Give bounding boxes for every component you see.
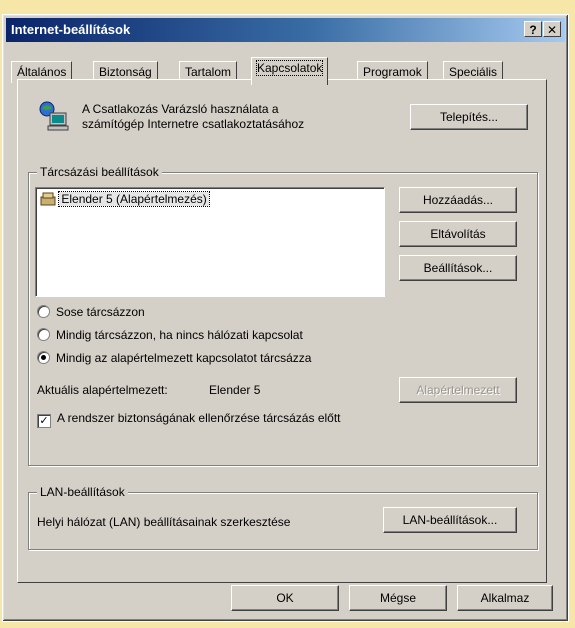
- lan-settings-group: LAN-beállítások Helyi hálózat (LAN) beál…: [28, 485, 538, 550]
- window-title: Internet-beállítások: [11, 22, 131, 37]
- setup-button[interactable]: Telepítés...: [410, 104, 528, 130]
- lan-group-label: LAN-beállítások: [37, 485, 128, 499]
- radio-circle[interactable]: [37, 305, 50, 318]
- internet-options-dialog: Internet-beállítások ? ✕ Általános Bizto…: [2, 14, 569, 622]
- dialup-group-label: Tárcsázási beállítások: [37, 165, 162, 179]
- connection-settings-button[interactable]: Beállítások...: [399, 255, 517, 281]
- current-default-label: Aktuális alapértelmezett:: [37, 383, 168, 397]
- dialup-connection-icon: [40, 192, 56, 209]
- connection-list[interactable]: Elender 5 (Alapértelmezés): [35, 187, 385, 297]
- help-button[interactable]: ?: [524, 21, 542, 37]
- lan-description: Helyi hálózat (LAN) beállításainak szerk…: [37, 515, 291, 529]
- lan-settings-button[interactable]: LAN-beállítások...: [383, 507, 517, 533]
- cancel-button[interactable]: Mégse: [349, 585, 447, 611]
- wizard-text-line1: A Csatlakozás Varázsló használata a: [82, 102, 279, 116]
- checkbox-box[interactable]: ✓: [37, 414, 51, 428]
- close-button[interactable]: ✕: [543, 21, 561, 37]
- list-item[interactable]: Elender 5 (Alapértelmezés): [40, 191, 210, 209]
- set-default-button[interactable]: Alapértelmezett: [399, 377, 517, 403]
- add-connection-button[interactable]: Hozzáadás...: [399, 187, 517, 213]
- title-bar[interactable]: Internet-beállítások ? ✕: [6, 18, 565, 42]
- radio-circle-selected[interactable]: [37, 351, 50, 364]
- apply-button[interactable]: Alkalmaz: [457, 585, 553, 611]
- security-check-checkbox[interactable]: ✓ A rendszer biztonságának ellenőrzése tá…: [37, 411, 341, 428]
- wizard-text-line2: számítógép Internetre csatlakoztatásához: [82, 117, 305, 131]
- radio-never-dial[interactable]: Sose tárcsázzon: [37, 305, 145, 319]
- network-computer-icon: [38, 100, 70, 135]
- current-default-value: Elender 5: [209, 383, 261, 397]
- connection-label: Elender 5 (Alapértelmezés): [58, 191, 210, 207]
- ok-button[interactable]: OK: [231, 585, 339, 611]
- dialup-settings-group: Tárcsázási beállítások Elender 5 (Alapér…: [28, 165, 538, 466]
- remove-connection-button[interactable]: Eltávolítás: [399, 221, 517, 247]
- tab-connections[interactable]: Kapcsolatok: [251, 57, 329, 85]
- radio-always-dial-default[interactable]: Mindig az alapértelmezett kapcsolatot tá…: [37, 351, 311, 365]
- connections-panel: A Csatlakozás Varázsló használata a szám…: [17, 79, 547, 583]
- radio-dial-when-no-network[interactable]: Mindig tárcsázzon, ha nincs hálózati kap…: [37, 328, 303, 342]
- radio-circle[interactable]: [37, 328, 50, 341]
